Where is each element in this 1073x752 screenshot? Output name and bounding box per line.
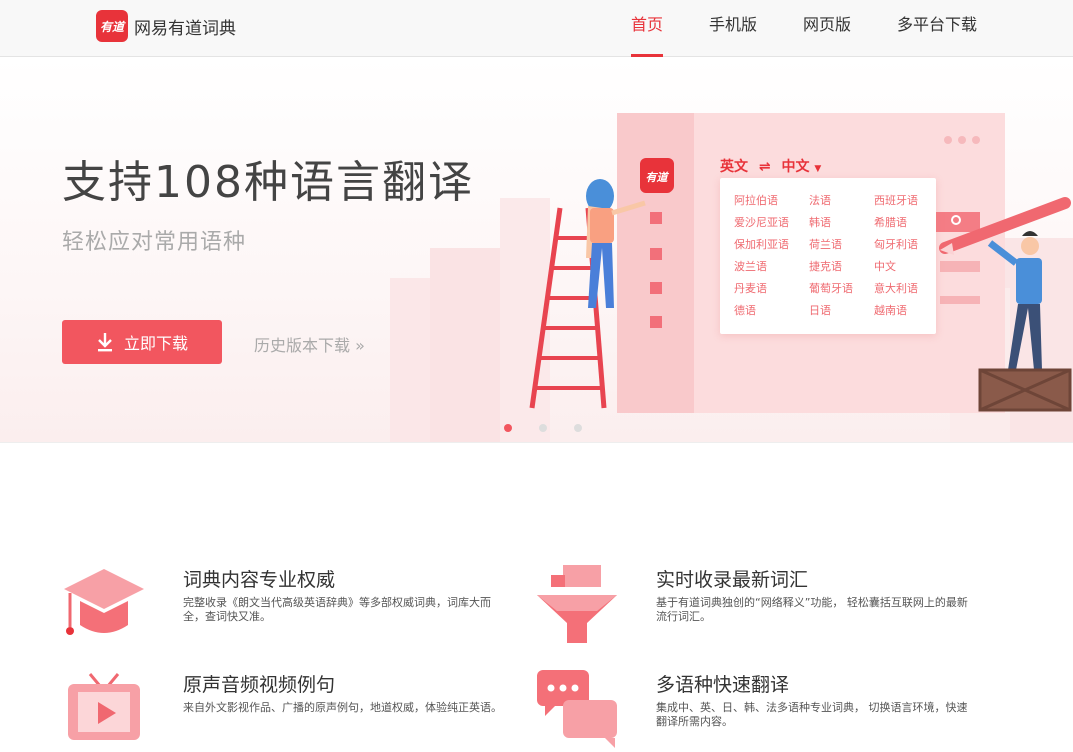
nav-multiplatform-download[interactable]: 多平台下载 xyxy=(897,0,977,57)
language-list-panel: 阿拉伯语 法语 西班牙语爱沙尼亚语 韩语 希腊语保加利亚语 荷兰语 匈牙利语波兰语 捷克语 中文… xyxy=(720,178,936,334)
language-option[interactable]: 日语 xyxy=(809,302,874,319)
download-icon xyxy=(97,333,112,352)
language-option[interactable]: 葡萄牙语 xyxy=(809,280,874,297)
language-option[interactable]: 保加利亚语 xyxy=(734,236,809,253)
feature-description: 来自外文影视作品、广播的原声例句，地道权威，体验纯正英语。 xyxy=(183,701,502,714)
language-option[interactable]: 德语 xyxy=(734,302,809,319)
nav-home[interactable]: 首页 xyxy=(630,0,663,57)
language-option[interactable]: 越南语 xyxy=(874,302,934,319)
language-option[interactable]: 希腊语 xyxy=(874,214,934,231)
history-versions-link[interactable]: 历史版本下载 » xyxy=(254,332,365,356)
logo-text: 网易有道词典 xyxy=(134,18,236,39)
feature-title: 原声音频视频例句 xyxy=(183,674,336,696)
language-option[interactable]: 波兰语 xyxy=(734,258,809,275)
carousel-dots xyxy=(504,424,609,432)
language-option[interactable]: 韩语 xyxy=(809,214,874,231)
feature-description: 完整收录《朗文当代高级英语辞典》等多部权威词典，词库大而全，查词快又准。 xyxy=(183,596,491,623)
banner-title: 支持108种语言翻译 xyxy=(62,157,474,208)
carousel-dot-3[interactable] xyxy=(574,424,582,432)
language-option[interactable]: 爱沙尼亚语 xyxy=(734,214,809,231)
language-option[interactable]: 法语 xyxy=(809,192,874,209)
language-grid: 阿拉伯语 法语 西班牙语爱沙尼亚语 韩语 希腊语保加利亚语 荷兰语 匈牙利语波兰语 捷克语 中文… xyxy=(734,192,934,319)
feature-title: 实时收录最新词汇 xyxy=(656,569,809,591)
hero-banner: 支持108种语言翻译 轻松应对常用语种 立即下载 历史版本下载 » 有道 英文 … xyxy=(0,58,1073,443)
swap-icon[interactable]: ⇌ xyxy=(759,159,771,175)
language-option[interactable]: 阿拉伯语 xyxy=(734,192,809,209)
language-option[interactable]: 西班牙语 xyxy=(874,192,934,209)
carousel-dot-1[interactable] xyxy=(504,424,512,432)
logo[interactable]: 有道 网易有道词典 xyxy=(96,10,236,42)
top-header: 有道 网易有道词典 首页 手机版 网页版 多平台下载 xyxy=(0,0,1073,57)
chat-bubbles-icon xyxy=(537,670,617,748)
download-now-label: 立即下载 xyxy=(123,334,188,353)
banner-subtitle: 轻松应对常用语种 xyxy=(62,230,247,255)
language-selector[interactable]: 英文 ⇌ 中文 ▼ xyxy=(720,156,821,176)
language-option[interactable]: 意大利语 xyxy=(874,280,934,297)
app-icon: 有道 xyxy=(640,160,673,193)
main-nav: 首页 手机版 网页版 多平台下载 xyxy=(585,0,977,57)
nav-mobile[interactable]: 手机版 xyxy=(709,0,757,57)
language-option[interactable]: 中文 xyxy=(874,258,934,275)
language-option[interactable]: 匈牙利语 xyxy=(874,236,934,253)
carousel-dot-2[interactable] xyxy=(539,424,547,432)
feature-description: 集成中、英、日、韩、法多语种专业词典， 切换语言环境，快速翻译所需内容。 xyxy=(656,701,968,728)
youdao-logo-icon: 有道 xyxy=(96,10,128,42)
graduation-cap-icon xyxy=(64,569,144,635)
nav-web[interactable]: 网页版 xyxy=(803,0,851,57)
download-now-button[interactable]: 立即下载 xyxy=(62,320,222,364)
language-option[interactable]: 捷克语 xyxy=(809,258,874,275)
feature-title: 词典内容专业权威 xyxy=(183,569,336,591)
language-option[interactable]: 荷兰语 xyxy=(809,236,874,253)
funnel-icon xyxy=(537,565,617,643)
tv-play-icon xyxy=(68,673,140,740)
feature-description: 基于有道词典独创的“网络释义”功能， 轻松囊括互联网上的最新流行词汇。 xyxy=(656,596,968,623)
target-language[interactable]: 中文 xyxy=(781,159,809,175)
source-language[interactable]: 英文 xyxy=(720,159,748,175)
feature-title: 多语种快速翻译 xyxy=(656,674,790,696)
caret-down-icon: ▼ xyxy=(814,164,822,174)
language-option[interactable]: 丹麦语 xyxy=(734,280,809,297)
